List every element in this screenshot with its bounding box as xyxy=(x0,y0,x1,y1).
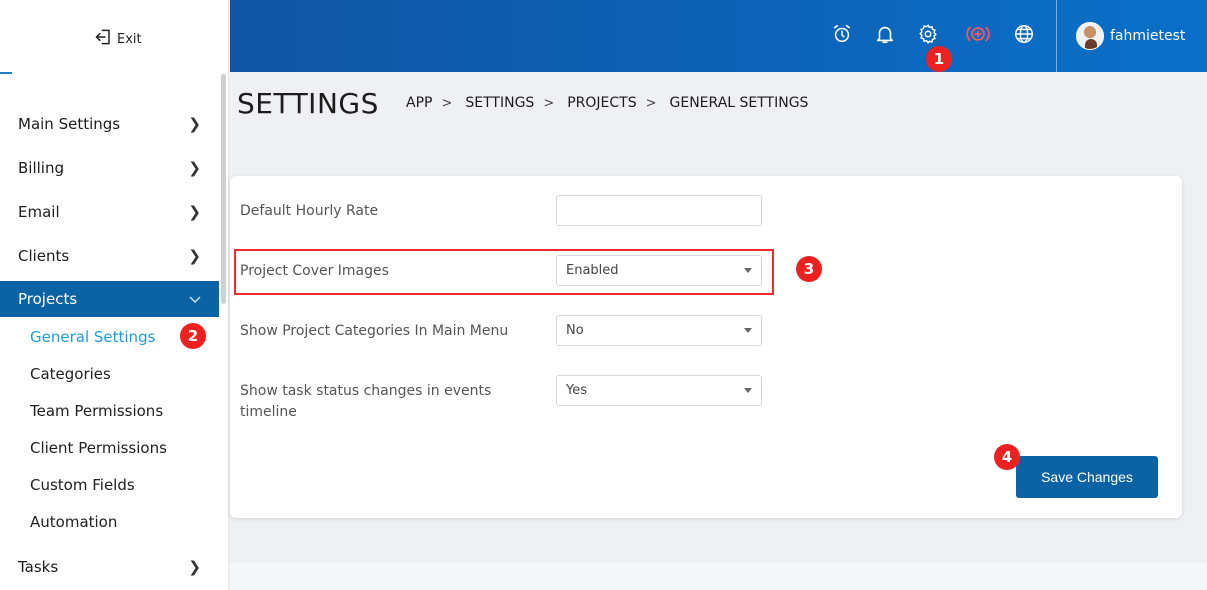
top-bar: fahmietest xyxy=(230,0,1207,72)
exit-icon xyxy=(94,27,114,51)
default-hourly-rate-input[interactable] xyxy=(556,195,762,226)
default-hourly-rate-label: Default Hourly Rate xyxy=(240,203,379,219)
username: fahmietest xyxy=(1110,28,1186,44)
show-task-status-changes-label: Show task status changes in events timel… xyxy=(240,383,492,420)
bell-icon[interactable] xyxy=(873,22,897,46)
sidebar-item-label: Main Settings xyxy=(18,115,121,133)
step-marker-1: 1 xyxy=(926,46,952,72)
chevron-right-icon: ❯ xyxy=(188,247,201,265)
chevron-right-icon: ❯ xyxy=(188,558,201,576)
sidebar-subitem-general-settings[interactable]: General Settings xyxy=(30,328,155,346)
settings-card: Default Hourly Rate Project Cover Images… xyxy=(230,176,1182,518)
show-task-status-changes-select[interactable]: Yes xyxy=(556,375,762,406)
chevron-right-icon: ❯ xyxy=(188,115,201,133)
chevron-right-icon: ❯ xyxy=(188,159,201,177)
sidebar-item-clients[interactable]: Clients ❯ xyxy=(0,238,219,274)
sidebar-item-tasks[interactable]: Tasks ❯ xyxy=(0,549,219,585)
show-project-categories-label: Show Project Categories In Main Menu xyxy=(240,323,509,339)
chevron-down-icon xyxy=(189,290,201,308)
sidebar-item-main-settings[interactable]: Main Settings ❯ xyxy=(0,106,219,142)
sidebar-item-label: Billing xyxy=(18,159,64,177)
show-project-categories-select[interactable]: No xyxy=(556,315,762,346)
add-circle-icon[interactable] xyxy=(963,22,993,46)
select-value: Enabled xyxy=(566,263,619,278)
sidebar-subitem-team-permissions[interactable]: Team Permissions xyxy=(30,402,163,420)
project-cover-images-label: Project Cover Images xyxy=(240,263,389,279)
exit-label: Exit xyxy=(117,31,142,47)
breadcrumb-item-app[interactable]: APP xyxy=(406,95,432,111)
sidebar-item-label: Tasks xyxy=(18,558,59,576)
caret-down-icon xyxy=(744,388,752,393)
chevron-right-icon: ❯ xyxy=(188,203,201,221)
caret-down-icon xyxy=(744,328,752,333)
project-cover-images-select[interactable]: Enabled xyxy=(556,255,762,286)
sidebar: Exit Main Settings ❯ Billing ❯ Email ❯ C… xyxy=(0,0,229,590)
step-marker-4: 4 xyxy=(994,444,1020,470)
sidebar-item-label: Projects xyxy=(18,290,78,308)
sidebar-item-label: Email xyxy=(18,203,60,221)
step-marker-2: 2 xyxy=(180,323,206,349)
user-menu[interactable]: fahmietest xyxy=(1076,22,1185,50)
save-changes-button[interactable]: Save Changes xyxy=(1016,456,1158,498)
breadcrumb-separator: > xyxy=(645,95,657,111)
footer-area xyxy=(230,563,1207,590)
select-value: No xyxy=(566,323,584,338)
breadcrumb-item-settings[interactable]: SETTINGS xyxy=(465,95,534,111)
sidebar-subitem-categories[interactable]: Categories xyxy=(30,365,111,383)
caret-down-icon xyxy=(744,268,752,273)
sidebar-item-label: Clients xyxy=(18,247,70,265)
breadcrumb-item-general-settings: GENERAL SETTINGS xyxy=(669,95,809,111)
sidebar-item-projects[interactable]: Projects xyxy=(0,281,219,317)
avatar xyxy=(1076,22,1104,50)
sidebar-item-billing[interactable]: Billing ❯ xyxy=(0,150,219,186)
sidebar-subitem-custom-fields[interactable]: Custom Fields xyxy=(30,476,135,494)
page-title: SETTINGS xyxy=(237,87,379,120)
breadcrumb-separator: > xyxy=(441,95,453,111)
breadcrumb-item-projects[interactable]: PROJECTS xyxy=(567,95,636,111)
sidebar-item-email[interactable]: Email ❯ xyxy=(0,194,219,230)
breadcrumb-separator: > xyxy=(543,95,555,111)
sidebar-subitem-automation[interactable]: Automation xyxy=(30,513,117,531)
sidebar-subitem-client-permissions[interactable]: Client Permissions xyxy=(30,439,167,457)
exit-button[interactable]: Exit xyxy=(94,27,142,51)
topbar-divider xyxy=(1056,0,1057,72)
step-marker-3: 3 xyxy=(796,256,822,282)
sidebar-scrollbar[interactable] xyxy=(221,74,226,304)
globe-icon[interactable] xyxy=(1012,22,1036,46)
breadcrumb: APP > SETTINGS > PROJECTS > GENERAL SETT… xyxy=(406,95,808,111)
sidebar-accent xyxy=(0,72,12,74)
alarm-clock-icon[interactable] xyxy=(830,22,854,46)
gear-icon[interactable] xyxy=(916,22,940,46)
select-value: Yes xyxy=(566,383,587,398)
